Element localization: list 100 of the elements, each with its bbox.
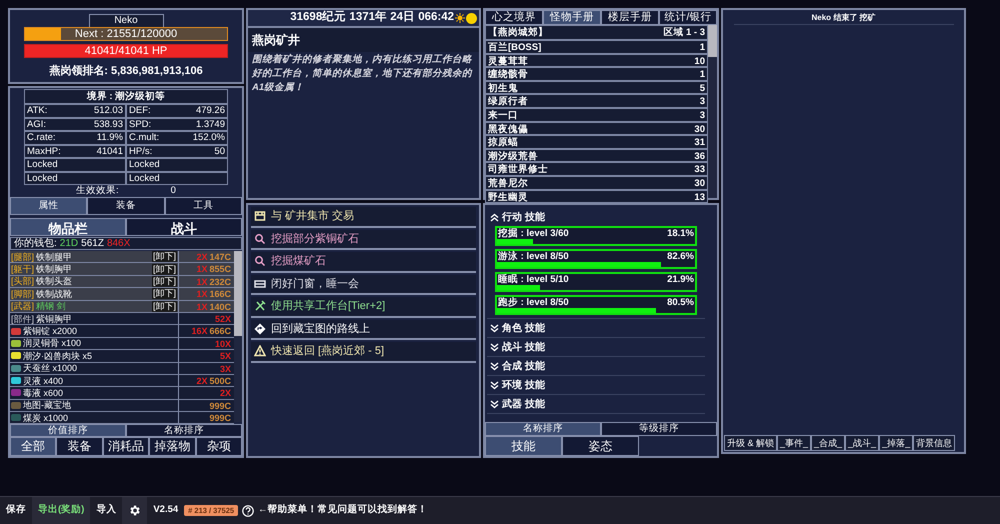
log-tab[interactable]: 升级 & 解锁 bbox=[724, 435, 778, 451]
item-count: 3X bbox=[220, 362, 231, 374]
monster-row[interactable]: 野生幽灵 13 bbox=[485, 190, 708, 204]
help-text: ←帮助菜单！常见问题可以找到解答！ bbox=[258, 503, 428, 518]
import-button[interactable]: 导入 bbox=[90, 497, 122, 524]
monster-row[interactable]: 荒兽尼尔 30 bbox=[485, 176, 708, 190]
monster-row[interactable]: 初生鬼 5 bbox=[485, 80, 708, 94]
experience-text: Next : 21551/120000 bbox=[74, 28, 178, 40]
stat-label: Locked bbox=[27, 172, 58, 184]
item-name[interactable]: 铁制战靴 bbox=[36, 288, 150, 300]
tab[interactable]: 名称排序 bbox=[485, 422, 601, 436]
location-description: 围绕着矿井的修者聚集地，内有比练习用工作台略好的工作台，简单的休息室，地下还有部分残余的A1级金属！ bbox=[250, 52, 474, 95]
stat-label: Locked bbox=[129, 172, 160, 184]
unequip-button[interactable]: [卸下] bbox=[152, 251, 177, 262]
monster-name: 掠原蝠 bbox=[488, 136, 518, 148]
tab[interactable]: 技能 bbox=[485, 436, 562, 456]
item-name[interactable]: 毒液 x600 bbox=[23, 387, 177, 399]
action-button[interactable]: 闭好门窗，睡一会 bbox=[251, 274, 476, 295]
item-price: 147C bbox=[209, 251, 231, 262]
unequip-button[interactable]: [卸下] bbox=[152, 276, 177, 287]
tab[interactable]: 消耗品 bbox=[102, 437, 150, 456]
effects-label: 生效效果: bbox=[76, 185, 119, 196]
item-count: 10X bbox=[214, 338, 231, 350]
item-price: 140C bbox=[209, 300, 231, 312]
stat-label: MaxHP: bbox=[27, 146, 61, 157]
export-button[interactable]: 导出(奖励) bbox=[32, 497, 90, 524]
scrollbar[interactable] bbox=[234, 251, 242, 422]
monster-row[interactable]: 百兰[BOSS] 1 bbox=[485, 40, 708, 54]
skill-group-header[interactable]: 合成 技能 bbox=[487, 357, 705, 375]
monster-row[interactable]: 司雍世界修士 33 bbox=[485, 162, 708, 176]
action-button[interactable]: 与 矿井集市 交易 bbox=[251, 207, 476, 228]
monster-row[interactable]: 掠原蝠 31 bbox=[485, 135, 708, 149]
sun-icon bbox=[455, 13, 465, 23]
stat-value: 50 bbox=[214, 146, 225, 157]
monster-row[interactable]: 缠绕骸骨 1 bbox=[485, 67, 708, 81]
settings-button[interactable] bbox=[122, 497, 148, 524]
kill-count: 10 bbox=[694, 54, 705, 66]
skill-group-header[interactable]: 战斗 技能 bbox=[487, 338, 705, 356]
monster-row[interactable]: 黑夜傀儡 30 bbox=[485, 122, 708, 136]
item-name[interactable]: 紫铜锭 x2000 bbox=[23, 325, 177, 338]
tab[interactable]: 掉落物 bbox=[149, 437, 196, 456]
monster-name: 黑夜傀儡 bbox=[488, 122, 528, 134]
monster-row[interactable]: 灵蔓茸茸 10 bbox=[485, 54, 708, 68]
item-name[interactable]: 灵液 x400 bbox=[23, 374, 177, 387]
tab[interactable]: 装备 bbox=[87, 197, 165, 215]
log-tab[interactable]: _掉落_ bbox=[879, 435, 914, 451]
log-tab[interactable]: _事件_ bbox=[777, 435, 812, 451]
unequip-button[interactable]: [卸下] bbox=[152, 288, 177, 300]
item-name[interactable]: 地图-藏宝地 bbox=[23, 399, 177, 412]
tab[interactable]: 统计/银行 bbox=[659, 10, 717, 25]
tab[interactable]: 工具 bbox=[164, 197, 242, 215]
tab[interactable]: 属性 bbox=[10, 197, 88, 215]
scrollbar[interactable] bbox=[708, 25, 717, 198]
save-button[interactable]: 保存 bbox=[0, 497, 32, 524]
item-name[interactable]: 紫铜胸甲 bbox=[36, 312, 177, 325]
action-button[interactable]: 快速返回 [燕岗近郊 - 5] bbox=[251, 342, 476, 362]
tab[interactable]: 杂项 bbox=[196, 437, 242, 456]
skill-group-header[interactable]: 行动 技能 bbox=[487, 208, 705, 226]
unequip-button[interactable]: [卸下] bbox=[152, 264, 177, 275]
monster-name: 来一口 bbox=[488, 108, 518, 121]
item-name[interactable]: 铁制头盔 bbox=[36, 275, 150, 288]
kill-count: 3 bbox=[700, 108, 705, 121]
item-name[interactable]: 潮汐·凶兽肉块 x5 bbox=[23, 350, 177, 362]
skill-group-header[interactable]: 武器 技能 bbox=[487, 395, 705, 413]
monster-name: 灵蔓茸茸 bbox=[488, 54, 528, 66]
monster-row[interactable]: 绿原行者 3 bbox=[485, 94, 708, 108]
item-price: 999C bbox=[209, 412, 231, 424]
tab[interactable]: 全部 bbox=[10, 437, 56, 456]
item-name[interactable]: 天蚕丝 x1000 bbox=[23, 362, 177, 374]
tab[interactable]: 心之境界 bbox=[485, 10, 543, 25]
monster-row[interactable]: 潮汐级荒兽 36 bbox=[485, 148, 708, 162]
log-tab[interactable]: _战斗_ bbox=[845, 435, 880, 451]
action-button[interactable]: 使用共享工作台[Tier+2] bbox=[251, 297, 476, 318]
unequip-button[interactable]: [卸下] bbox=[152, 300, 177, 312]
monster-row[interactable]: 来一口 3 bbox=[485, 108, 708, 122]
tab[interactable]: 姿态 bbox=[562, 436, 639, 456]
item-name[interactable]: 铁制腿甲 bbox=[36, 250, 150, 263]
tab[interactable]: 楼层手册 bbox=[601, 10, 659, 25]
slot-tag: [躯干] bbox=[11, 263, 34, 276]
item-name[interactable]: 铁制胸甲 bbox=[36, 263, 150, 276]
tab[interactable]: 价值排序 bbox=[10, 424, 126, 437]
action-button[interactable]: 挖掘煤矿石 bbox=[251, 252, 476, 272]
skill-group-header[interactable]: 环境 技能 bbox=[487, 376, 705, 394]
tab[interactable]: 物品栏 bbox=[10, 218, 126, 236]
tab[interactable]: 怪物手册 bbox=[543, 10, 601, 25]
log-tab[interactable]: _合成_ bbox=[811, 435, 846, 451]
tab[interactable]: 名称排序 bbox=[126, 424, 242, 437]
stat-label: C.rate: bbox=[27, 132, 56, 144]
log-tab[interactable]: 背景信息 bbox=[913, 435, 956, 451]
tab[interactable]: 装备 bbox=[56, 437, 103, 456]
tab[interactable]: 战斗 bbox=[126, 218, 242, 236]
tab[interactable]: 等级排序 bbox=[601, 422, 717, 436]
item-name[interactable]: 煤炭 x1000 bbox=[23, 412, 177, 424]
action-button[interactable]: 挖掘部分紫铜矿石 bbox=[251, 230, 476, 250]
monster-name: 潮汐级荒兽 bbox=[488, 150, 538, 162]
skill-group-header[interactable]: 角色 技能 bbox=[487, 319, 705, 337]
warning-icon bbox=[254, 345, 266, 358]
item-name[interactable]: 精钢 剑 bbox=[36, 300, 150, 312]
item-name[interactable]: 润灵铜骨 x100 bbox=[23, 337, 177, 350]
action-button[interactable]: 回到藏宝图的路线上 bbox=[251, 320, 476, 340]
